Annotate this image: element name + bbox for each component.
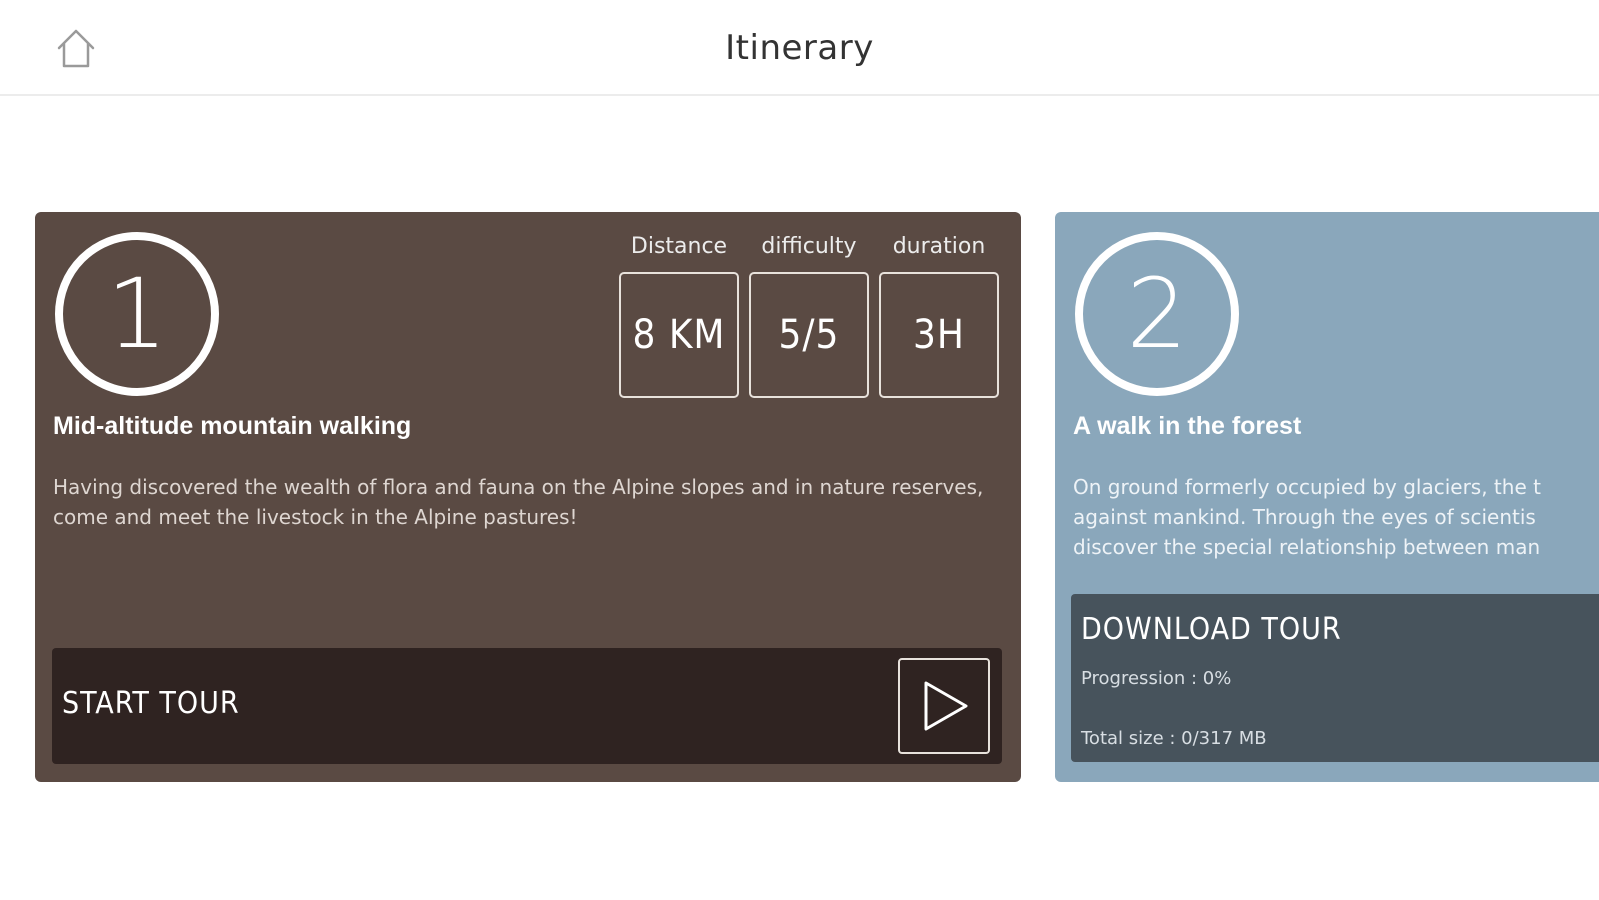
- tour-number-badge: 1: [55, 232, 219, 396]
- difficulty-label: difficulty: [761, 234, 857, 259]
- duration-label: duration: [892, 234, 986, 259]
- download-tour-button[interactable]: DOWNLOAD TOUR Progression : 0% Total siz…: [1071, 594, 1599, 762]
- description-line: On ground formerly occupied by glaciers,…: [1073, 475, 1541, 499]
- stat-labels: Distance difficulty duration: [619, 234, 999, 259]
- start-tour-label: START TOUR: [62, 686, 240, 721]
- distance-label: Distance: [630, 234, 728, 259]
- tour-title: Mid-altitude mountain walking: [53, 412, 412, 440]
- tour-description: Having discovered the wealth of flora an…: [53, 475, 984, 529]
- duration-value: 3H: [879, 272, 999, 398]
- stat-boxes: 8 KM 5/5 3H: [619, 272, 999, 398]
- distance-value: 8 KM: [619, 272, 739, 398]
- description-line: against mankind. Through the eyes of sci…: [1073, 505, 1536, 529]
- description-line: discover the special relationship betwee…: [1073, 535, 1541, 559]
- difficulty-value: 5/5: [749, 272, 869, 398]
- play-button[interactable]: [898, 658, 990, 754]
- tour-description: On ground formerly occupied by glaciers,…: [1073, 472, 1599, 562]
- tour-card-2[interactable]: 2 A walk in the forest On ground formerl…: [1055, 212, 1599, 782]
- progression-text: Progression : 0%: [1081, 668, 1232, 689]
- tour-card-1[interactable]: 1 Distance difficulty duration 8 KM 5/5 …: [35, 212, 1021, 782]
- tour-number-badge: 2: [1075, 232, 1239, 396]
- tour-carousel[interactable]: 1 Distance difficulty duration 8 KM 5/5 …: [0, 96, 1599, 900]
- play-icon: [924, 681, 968, 731]
- total-size-text: Total size : 0/317 MB: [1081, 728, 1267, 749]
- page-title: Itinerary: [725, 28, 874, 68]
- start-tour-button[interactable]: START TOUR: [52, 648, 1002, 764]
- top-bar: Itinerary: [0, 0, 1599, 96]
- download-tour-label: DOWNLOAD TOUR: [1081, 612, 1342, 647]
- tour-title: A walk in the forest: [1073, 412, 1302, 440]
